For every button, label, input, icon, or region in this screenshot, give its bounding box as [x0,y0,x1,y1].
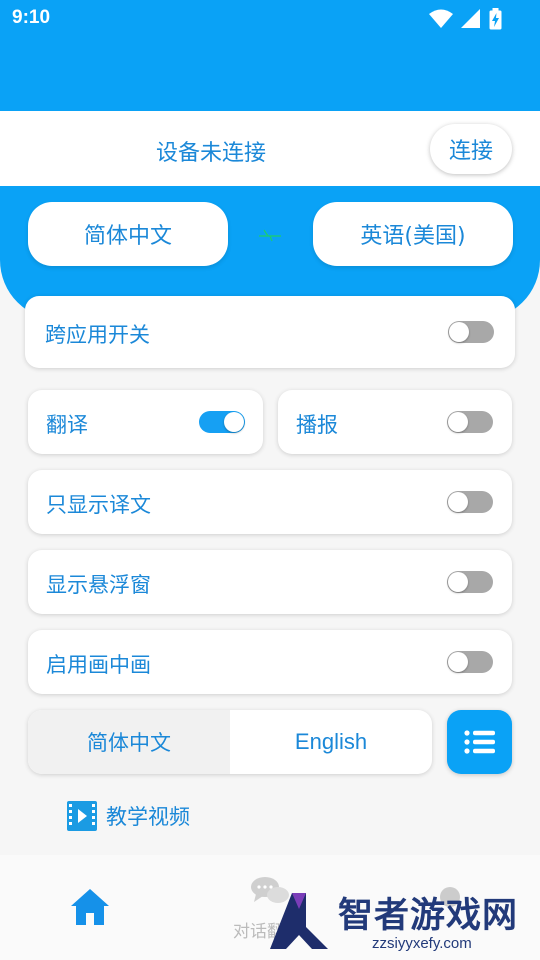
broadcast-label: 播报 [296,413,338,437]
list-menu-button[interactable] [447,710,512,774]
signal-icon [461,9,480,28]
tutorial-video-label: 教学视频 [106,805,190,829]
toggle-knob [224,412,244,432]
connect-button[interactable]: 连接 [430,124,512,174]
toggle-knob [448,652,468,672]
picture-in-picture-label: 启用画中画 [46,653,151,677]
ui-language-option-chinese[interactable]: 简体中文 [28,710,230,774]
battery-charging-icon [489,8,502,30]
floating-window-toggle[interactable] [447,571,493,593]
floating-window-card[interactable]: 显示悬浮窗 [28,550,512,614]
status-icons [429,8,502,30]
arrow-swap-icon[interactable] [258,228,282,242]
cross-app-label: 跨应用开关 [45,323,150,347]
watermark: 智者游戏网 zzsiyyxefy.com [262,885,540,960]
toggle-knob [448,492,468,512]
connection-status: 设备未连接 [156,141,267,166]
cross-app-toggle[interactable] [448,321,494,343]
watermark-title: 智者游戏网 [338,896,519,936]
toggle-knob [449,322,469,342]
ui-language-option-english[interactable]: English [230,710,432,774]
picture-in-picture-card[interactable]: 启用画中画 [28,630,512,694]
translation-only-toggle[interactable] [447,491,493,513]
translation-only-label: 只显示译文 [46,493,151,517]
translation-only-card[interactable]: 只显示译文 [28,470,512,534]
floating-window-label: 显示悬浮窗 [46,573,151,597]
toggle-knob [448,412,468,432]
translate-card[interactable]: 翻译 [28,390,263,454]
broadcast-toggle[interactable] [447,411,493,433]
list-icon [463,730,495,754]
video-icon [67,801,97,831]
status-time: 9:10 [12,7,51,28]
ui-language-selector: 简体中文 English [28,710,432,774]
translate-label: 翻译 [46,413,88,437]
watermark-logo [270,893,328,949]
watermark-subtitle: zzsiyyxefy.com [372,935,472,952]
broadcast-card[interactable]: 播报 [278,390,512,454]
target-language-button[interactable]: 英语(美国) [313,202,513,266]
source-language-button[interactable]: 简体中文 [28,202,228,266]
status-bar: 9:10 [0,0,540,38]
home-icon[interactable] [70,888,110,926]
wifi-icon [429,9,453,28]
app-bar [0,38,540,111]
cross-app-card[interactable]: 跨应用开关 [25,296,515,368]
picture-in-picture-toggle[interactable] [447,651,493,673]
tutorial-video-link[interactable]: 教学视频 [66,800,190,832]
translate-toggle[interactable] [199,411,245,433]
toggle-knob [448,572,468,592]
